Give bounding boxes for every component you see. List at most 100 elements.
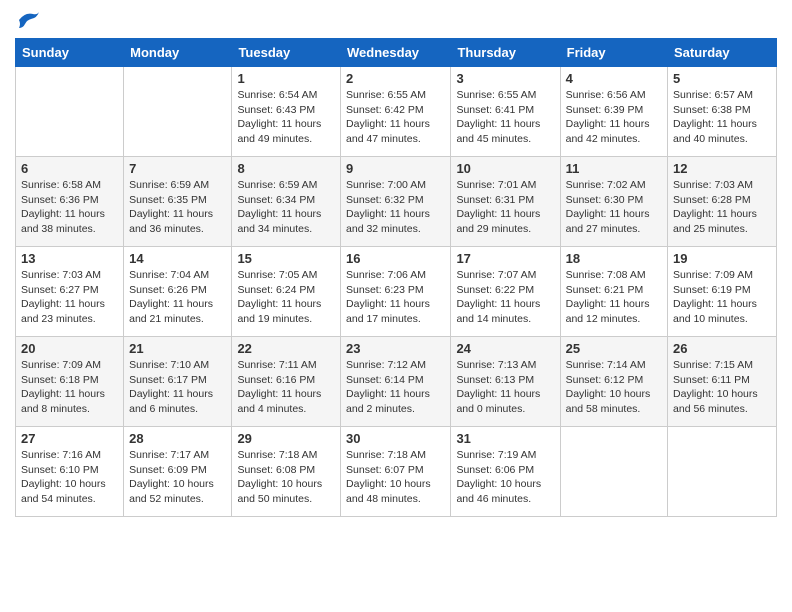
calendar-header-friday: Friday — [560, 39, 667, 67]
calendar-header-thursday: Thursday — [451, 39, 560, 67]
calendar-cell: 27 Sunrise: 7:16 AM Sunset: 6:10 PM Dayli… — [16, 427, 124, 517]
calendar-cell: 19 Sunrise: 7:09 AM Sunset: 6:19 PM Dayli… — [668, 247, 777, 337]
calendar-cell: 5Sunrise: 6:57 AM Sunset: 6:38 PM Daylig… — [668, 67, 777, 157]
day-number: 31 — [456, 431, 554, 446]
day-number: 8 — [237, 161, 335, 176]
day-info: Sunrise: 6:55 AM Sunset: 6:41 PM Dayligh… — [456, 88, 554, 147]
day-info: Sunrise: 7:13 AM Sunset: 6:13 PM Dayligh… — [456, 358, 554, 417]
day-info: Sunrise: 7:09 AM Sunset: 6:19 PM Dayligh… — [673, 268, 771, 327]
day-number: 27 — [21, 431, 118, 446]
day-number: 9 — [346, 161, 445, 176]
day-info: Sunrise: 6:55 AM Sunset: 6:42 PM Dayligh… — [346, 88, 445, 147]
day-number: 15 — [237, 251, 335, 266]
calendar-cell: 20 Sunrise: 7:09 AM Sunset: 6:18 PM Dayli… — [16, 337, 124, 427]
day-info: Sunrise: 6:54 AM Sunset: 6:43 PM Dayligh… — [237, 88, 335, 147]
calendar-cell: 1 Sunrise: 6:54 AM Sunset: 6:43 PM Daylig… — [232, 67, 341, 157]
calendar-week-4: 20 Sunrise: 7:09 AM Sunset: 6:18 PM Dayli… — [16, 337, 777, 427]
calendar-cell — [668, 427, 777, 517]
day-number: 3 — [456, 71, 554, 86]
day-number: 1 — [237, 71, 335, 86]
calendar-cell: 16 Sunrise: 7:06 AM Sunset: 6:23 PM Dayli… — [341, 247, 451, 337]
day-info: Sunrise: 7:11 AM Sunset: 6:16 PM Dayligh… — [237, 358, 335, 417]
day-info: Sunrise: 7:06 AM Sunset: 6:23 PM Dayligh… — [346, 268, 445, 327]
day-info: Sunrise: 7:07 AM Sunset: 6:22 PM Dayligh… — [456, 268, 554, 327]
day-info: Sunrise: 6:56 AM Sunset: 6:39 PM Dayligh… — [566, 88, 662, 147]
day-info: Sunrise: 7:05 AM Sunset: 6:24 PM Dayligh… — [237, 268, 335, 327]
day-number: 28 — [129, 431, 226, 446]
calendar-cell — [16, 67, 124, 157]
day-number: 17 — [456, 251, 554, 266]
calendar-cell: 25Sunrise: 7:14 AM Sunset: 6:12 PM Dayli… — [560, 337, 667, 427]
calendar-cell: 22 Sunrise: 7:11 AM Sunset: 6:16 PM Dayli… — [232, 337, 341, 427]
day-info: Sunrise: 7:16 AM Sunset: 6:10 PM Dayligh… — [21, 448, 118, 507]
day-info: Sunrise: 7:02 AM Sunset: 6:30 PM Dayligh… — [566, 178, 662, 237]
day-info: Sunrise: 7:10 AM Sunset: 6:17 PM Dayligh… — [129, 358, 226, 417]
day-info: Sunrise: 7:08 AM Sunset: 6:21 PM Dayligh… — [566, 268, 662, 327]
day-info: Sunrise: 7:09 AM Sunset: 6:18 PM Dayligh… — [21, 358, 118, 417]
day-number: 24 — [456, 341, 554, 356]
day-number: 14 — [129, 251, 226, 266]
calendar-week-3: 13 Sunrise: 7:03 AM Sunset: 6:27 PM Dayli… — [16, 247, 777, 337]
calendar-header-wednesday: Wednesday — [341, 39, 451, 67]
day-number: 25 — [566, 341, 662, 356]
header — [15, 10, 777, 30]
day-info: Sunrise: 6:57 AM Sunset: 6:38 PM Dayligh… — [673, 88, 771, 147]
calendar: SundayMondayTuesdayWednesdayThursdayFrid… — [15, 38, 777, 517]
day-number: 30 — [346, 431, 445, 446]
day-number: 7 — [129, 161, 226, 176]
day-info: Sunrise: 6:59 AM Sunset: 6:35 PM Dayligh… — [129, 178, 226, 237]
day-number: 23 — [346, 341, 445, 356]
logo-bird-icon — [17, 10, 41, 30]
calendar-cell: 15 Sunrise: 7:05 AM Sunset: 6:24 PM Dayli… — [232, 247, 341, 337]
calendar-header-tuesday: Tuesday — [232, 39, 341, 67]
calendar-cell — [560, 427, 667, 517]
calendar-cell: 2 Sunrise: 6:55 AM Sunset: 6:42 PM Daylig… — [341, 67, 451, 157]
calendar-cell: 24 Sunrise: 7:13 AM Sunset: 6:13 PM Dayli… — [451, 337, 560, 427]
day-info: Sunrise: 7:03 AM Sunset: 6:28 PM Dayligh… — [673, 178, 771, 237]
calendar-cell: 14Sunrise: 7:04 AM Sunset: 6:26 PM Dayli… — [124, 247, 232, 337]
calendar-cell — [124, 67, 232, 157]
calendar-cell: 21 Sunrise: 7:10 AM Sunset: 6:17 PM Dayli… — [124, 337, 232, 427]
calendar-cell: 7 Sunrise: 6:59 AM Sunset: 6:35 PM Daylig… — [124, 157, 232, 247]
calendar-cell: 10Sunrise: 7:01 AM Sunset: 6:31 PM Dayli… — [451, 157, 560, 247]
calendar-cell: 13 Sunrise: 7:03 AM Sunset: 6:27 PM Dayli… — [16, 247, 124, 337]
day-number: 20 — [21, 341, 118, 356]
calendar-week-1: 1 Sunrise: 6:54 AM Sunset: 6:43 PM Daylig… — [16, 67, 777, 157]
day-info: Sunrise: 7:17 AM Sunset: 6:09 PM Dayligh… — [129, 448, 226, 507]
page: SundayMondayTuesdayWednesdayThursdayFrid… — [0, 0, 792, 532]
day-number: 19 — [673, 251, 771, 266]
day-number: 29 — [237, 431, 335, 446]
calendar-cell: 18 Sunrise: 7:08 AM Sunset: 6:21 PM Dayli… — [560, 247, 667, 337]
day-number: 21 — [129, 341, 226, 356]
calendar-cell: 29Sunrise: 7:18 AM Sunset: 6:08 PM Dayli… — [232, 427, 341, 517]
calendar-week-2: 6Sunrise: 6:58 AM Sunset: 6:36 PM Daylig… — [16, 157, 777, 247]
day-number: 16 — [346, 251, 445, 266]
day-number: 22 — [237, 341, 335, 356]
day-number: 18 — [566, 251, 662, 266]
day-number: 13 — [21, 251, 118, 266]
calendar-cell: 8 Sunrise: 6:59 AM Sunset: 6:34 PM Daylig… — [232, 157, 341, 247]
calendar-cell: 23 Sunrise: 7:12 AM Sunset: 6:14 PM Dayli… — [341, 337, 451, 427]
calendar-cell: 17 Sunrise: 7:07 AM Sunset: 6:22 PM Dayli… — [451, 247, 560, 337]
calendar-header-sunday: Sunday — [16, 39, 124, 67]
day-info: Sunrise: 7:03 AM Sunset: 6:27 PM Dayligh… — [21, 268, 118, 327]
logo — [15, 10, 49, 30]
calendar-cell: 6Sunrise: 6:58 AM Sunset: 6:36 PM Daylig… — [16, 157, 124, 247]
calendar-header-saturday: Saturday — [668, 39, 777, 67]
calendar-cell: 30 Sunrise: 7:18 AM Sunset: 6:07 PM Dayli… — [341, 427, 451, 517]
calendar-header-row: SundayMondayTuesdayWednesdayThursdayFrid… — [16, 39, 777, 67]
day-number: 11 — [566, 161, 662, 176]
day-info: Sunrise: 6:58 AM Sunset: 6:36 PM Dayligh… — [21, 178, 118, 237]
calendar-cell: 4Sunrise: 6:56 AM Sunset: 6:39 PM Daylig… — [560, 67, 667, 157]
day-info: Sunrise: 7:18 AM Sunset: 6:07 PM Dayligh… — [346, 448, 445, 507]
calendar-header-monday: Monday — [124, 39, 232, 67]
calendar-cell: 12Sunrise: 7:03 AM Sunset: 6:28 PM Dayli… — [668, 157, 777, 247]
day-info: Sunrise: 7:12 AM Sunset: 6:14 PM Dayligh… — [346, 358, 445, 417]
calendar-cell: 11 Sunrise: 7:02 AM Sunset: 6:30 PM Dayli… — [560, 157, 667, 247]
calendar-cell: 31Sunrise: 7:19 AM Sunset: 6:06 PM Dayli… — [451, 427, 560, 517]
day-info: Sunrise: 7:00 AM Sunset: 6:32 PM Dayligh… — [346, 178, 445, 237]
day-info: Sunrise: 6:59 AM Sunset: 6:34 PM Dayligh… — [237, 178, 335, 237]
day-number: 10 — [456, 161, 554, 176]
day-number: 2 — [346, 71, 445, 86]
calendar-cell: 9 Sunrise: 7:00 AM Sunset: 6:32 PM Daylig… — [341, 157, 451, 247]
